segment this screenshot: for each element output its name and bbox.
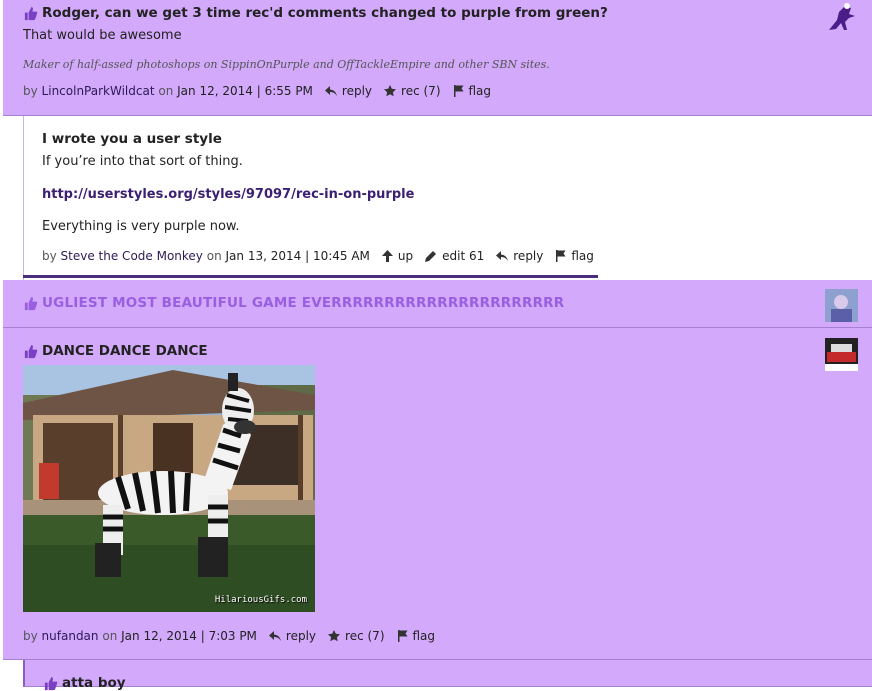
comment-date[interactable]: Jan 12, 2014 | 7:03 PM: [121, 629, 257, 643]
reply-button[interactable]: reply: [268, 629, 317, 643]
meta-on: on: [102, 629, 118, 643]
comment-date[interactable]: Jan 12, 2014 | 6:55 PM: [177, 84, 313, 98]
avatar[interactable]: [825, 289, 858, 322]
reply-button[interactable]: reply: [496, 249, 543, 263]
rec-button[interactable]: rec (7): [328, 629, 385, 643]
username-link[interactable]: Steve the Code Monkey: [61, 249, 203, 263]
reply-icon: [268, 631, 281, 641]
flag-button[interactable]: flag: [453, 84, 492, 98]
flag-button[interactable]: flag: [397, 629, 436, 643]
avatar[interactable]: [825, 338, 858, 371]
flag-label: flag: [571, 249, 594, 263]
comment-title[interactable]: DANCE DANCE DANCE: [23, 343, 208, 359]
up-label: up: [397, 249, 414, 263]
meta-by: by: [23, 629, 38, 643]
arrow-up-icon: [381, 250, 393, 262]
thumbs-up-icon: [24, 296, 38, 310]
thumbs-up-icon: [24, 6, 38, 20]
flag-label: flag: [412, 629, 436, 643]
comment-meta: by Steve the Code Monkey on Jan 13, 2014…: [42, 249, 594, 263]
reply-icon: [496, 251, 509, 261]
comment-body-2: Everything is very purple now.: [42, 219, 240, 234]
flag-icon: [453, 85, 463, 97]
star-icon: [328, 630, 341, 642]
comment-title[interactable]: atta boy: [43, 675, 126, 691]
comment-title[interactable]: UGLIEST MOST BEAUTIFUL GAME EVERRRRRRRRR…: [23, 295, 564, 311]
comment-date[interactable]: Jan 13, 2014 | 10:45 AM: [226, 249, 370, 263]
username-link[interactable]: LincolnParkWildcat: [42, 84, 155, 98]
reply-label: reply: [285, 629, 317, 643]
comment-5: atta boy: [23, 660, 872, 691]
flag-icon: [556, 250, 566, 262]
avatar[interactable]: [825, 0, 858, 33]
comment-signature: Maker of half-assed photoshops on Sippin…: [23, 58, 550, 71]
reply-button[interactable]: reply: [324, 84, 373, 98]
rec-button[interactable]: rec (7): [384, 84, 441, 98]
comment-meta: by LincolnParkWildcat on Jan 12, 2014 | …: [23, 84, 491, 98]
meta-by: by: [23, 84, 38, 98]
edit-button[interactable]: edit 61: [425, 249, 484, 263]
comment-body: That would be awesome: [23, 28, 182, 43]
edit-label: edit 61: [442, 249, 485, 263]
up-button[interactable]: up: [381, 249, 414, 263]
userstyle-link[interactable]: http://userstyles.org/styles/97097/rec-i…: [42, 187, 414, 202]
reply-indicator-bar: [23, 275, 598, 278]
gif-scene: [23, 365, 315, 612]
username-link[interactable]: nufandan: [42, 629, 99, 643]
rec-label: rec (7): [345, 629, 385, 643]
comment-title[interactable]: I wrote you a user style: [42, 131, 222, 147]
comment-3-collapsed[interactable]: UGLIEST MOST BEAUTIFUL GAME EVERRRRRRRRR…: [3, 280, 872, 328]
flag-icon: [397, 630, 407, 642]
meta-by: by: [42, 249, 57, 263]
zebra-dance-gif[interactable]: HilariousGifs.com: [23, 365, 315, 612]
comment-title[interactable]: Rodger, can we get 3 time rec'd comments…: [23, 5, 608, 21]
comment-body: If you’re into that sort of thing.: [42, 154, 243, 169]
comment-1: Rodger, can we get 3 time rec'd comments…: [3, 0, 872, 116]
reply-icon: [324, 86, 337, 96]
gif-watermark: HilariousGifs.com: [214, 595, 307, 605]
comment-meta: by nufandan on Jan 12, 2014 | 7:03 PM re…: [23, 629, 435, 643]
reply-label: reply: [513, 249, 544, 263]
reply-label: reply: [341, 84, 373, 98]
meta-on: on: [206, 249, 222, 263]
pencil-icon: [425, 251, 437, 262]
thumbs-up-icon: [44, 676, 58, 690]
meta-on: on: [158, 84, 174, 98]
flag-button[interactable]: flag: [555, 249, 594, 263]
flag-label: flag: [468, 84, 492, 98]
rec-label: rec (7): [401, 84, 441, 98]
thumbs-up-icon: [24, 344, 38, 358]
star-icon: [384, 85, 397, 97]
